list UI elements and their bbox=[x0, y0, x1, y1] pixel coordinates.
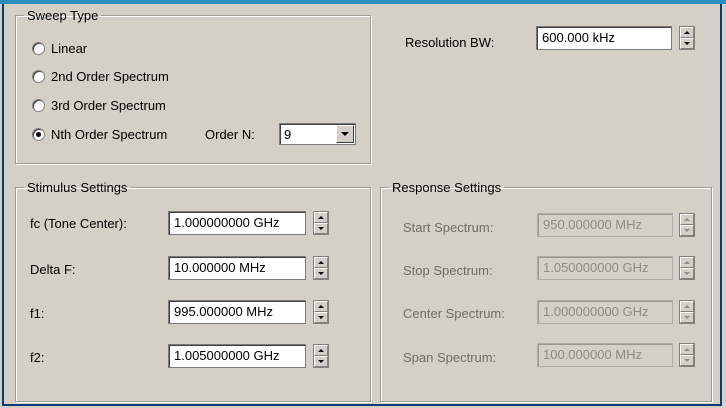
stop-spectrum-input[interactable]: 1.050000000 GHz bbox=[537, 256, 673, 280]
spin-up-button[interactable] bbox=[680, 214, 694, 225]
spin-up-button[interactable] bbox=[314, 301, 328, 312]
arrow-up-icon bbox=[684, 31, 690, 34]
center-spectrum-spinner[interactable] bbox=[679, 300, 695, 324]
f1-input[interactable]: 995.000000 MHz bbox=[168, 300, 306, 324]
dropdown-button[interactable] bbox=[336, 125, 354, 143]
arrow-up-icon bbox=[684, 348, 690, 351]
spin-up-button[interactable] bbox=[680, 301, 694, 312]
arrow-up-icon bbox=[684, 218, 690, 221]
f2-input[interactable]: 1.005000000 GHz bbox=[168, 344, 306, 368]
center-spectrum-input[interactable]: 1.000000000 GHz bbox=[537, 300, 673, 324]
arrow-down-icon bbox=[684, 316, 690, 319]
span-spectrum-input[interactable]: 100.000000 MHz bbox=[537, 343, 673, 367]
spin-down-button[interactable] bbox=[680, 225, 694, 236]
stop-spectrum-label: Stop Spectrum: bbox=[403, 263, 493, 278]
radio-button-icon[interactable] bbox=[32, 41, 45, 55]
delta-f-label: Delta F: bbox=[30, 262, 76, 277]
start-spectrum-input[interactable]: 950.000000 MHz bbox=[537, 213, 673, 237]
spin-up-button[interactable] bbox=[680, 27, 694, 38]
spin-down-button[interactable] bbox=[314, 223, 328, 234]
arrow-up-icon bbox=[318, 349, 324, 352]
f2-spinner[interactable] bbox=[313, 344, 329, 368]
f1-label: f1: bbox=[30, 306, 45, 321]
stimulus-settings-legend: Stimulus Settings bbox=[27, 180, 128, 195]
radio-button-checked-icon[interactable] bbox=[32, 127, 45, 141]
radio-2nd-order-spectrum[interactable]: 2nd Order Spectrum bbox=[32, 67, 169, 85]
arrow-down-icon bbox=[684, 272, 690, 275]
radio-linear-label: Linear bbox=[51, 40, 88, 56]
chevron-down-icon bbox=[341, 132, 349, 136]
delta-f-input[interactable]: 10.000000 MHz bbox=[168, 256, 306, 280]
spin-up-button[interactable] bbox=[314, 345, 328, 356]
order-n-label: Order N: bbox=[205, 127, 255, 142]
order-n-value: 9 bbox=[284, 127, 292, 142]
f2-label: f2: bbox=[30, 350, 45, 365]
arrow-down-icon bbox=[684, 359, 690, 362]
arrow-up-icon bbox=[684, 261, 690, 264]
resolution-bw-label: Resolution BW: bbox=[405, 35, 495, 50]
order-n-select[interactable]: 9 bbox=[279, 123, 356, 145]
arrow-down-icon bbox=[318, 272, 324, 275]
f1-spinner[interactable] bbox=[313, 300, 329, 324]
arrow-down-icon bbox=[318, 316, 324, 319]
radio-button-icon[interactable] bbox=[32, 98, 45, 112]
spin-down-button[interactable] bbox=[680, 355, 694, 366]
center-spectrum-label: Center Spectrum: bbox=[403, 306, 505, 321]
radio-3rd-order-spectrum[interactable]: 3rd Order Spectrum bbox=[32, 96, 166, 114]
arrow-up-icon bbox=[318, 216, 324, 219]
spin-down-button[interactable] bbox=[680, 268, 694, 279]
spin-up-button[interactable] bbox=[680, 344, 694, 355]
spin-down-button[interactable] bbox=[680, 312, 694, 323]
radio-nth-order-spectrum[interactable]: Nth Order Spectrum bbox=[32, 125, 167, 143]
arrow-down-icon bbox=[684, 229, 690, 232]
resolution-bw-input[interactable]: 600.000 kHz bbox=[536, 26, 672, 50]
arrow-up-icon bbox=[318, 305, 324, 308]
radio-button-icon[interactable] bbox=[32, 69, 45, 83]
tone-center-input[interactable]: 1.000000000 GHz bbox=[168, 211, 306, 235]
tone-center-spinner[interactable] bbox=[313, 211, 329, 235]
start-spectrum-spinner[interactable] bbox=[679, 213, 695, 237]
span-spectrum-spinner[interactable] bbox=[679, 343, 695, 367]
arrow-down-icon bbox=[318, 360, 324, 363]
delta-f-spinner[interactable] bbox=[313, 256, 329, 280]
spin-down-button[interactable] bbox=[314, 312, 328, 323]
stop-spectrum-spinner[interactable] bbox=[679, 256, 695, 280]
start-spectrum-label: Start Spectrum: bbox=[403, 220, 494, 235]
radio-3rd-order-label: 3rd Order Spectrum bbox=[51, 97, 166, 113]
spin-up-button[interactable] bbox=[680, 257, 694, 268]
response-settings-legend: Response Settings bbox=[392, 180, 502, 195]
resolution-bw-spinner[interactable] bbox=[679, 26, 695, 50]
arrow-down-icon bbox=[684, 42, 690, 45]
span-spectrum-label: Span Spectrum: bbox=[403, 350, 497, 365]
sweep-type-legend: Sweep Type bbox=[27, 8, 99, 23]
radio-linear[interactable]: Linear bbox=[32, 39, 87, 57]
radio-nth-order-label: Nth Order Spectrum bbox=[51, 126, 168, 142]
arrow-up-icon bbox=[684, 305, 690, 308]
spin-down-button[interactable] bbox=[314, 268, 328, 279]
tone-center-label: fc (Tone Center): bbox=[30, 216, 127, 231]
radio-2nd-order-label: 2nd Order Spectrum bbox=[51, 68, 169, 84]
spin-down-button[interactable] bbox=[314, 356, 328, 367]
spin-up-button[interactable] bbox=[314, 212, 328, 223]
spin-down-button[interactable] bbox=[680, 38, 694, 49]
arrow-down-icon bbox=[318, 227, 324, 230]
spin-up-button[interactable] bbox=[314, 257, 328, 268]
arrow-up-icon bbox=[318, 261, 324, 264]
